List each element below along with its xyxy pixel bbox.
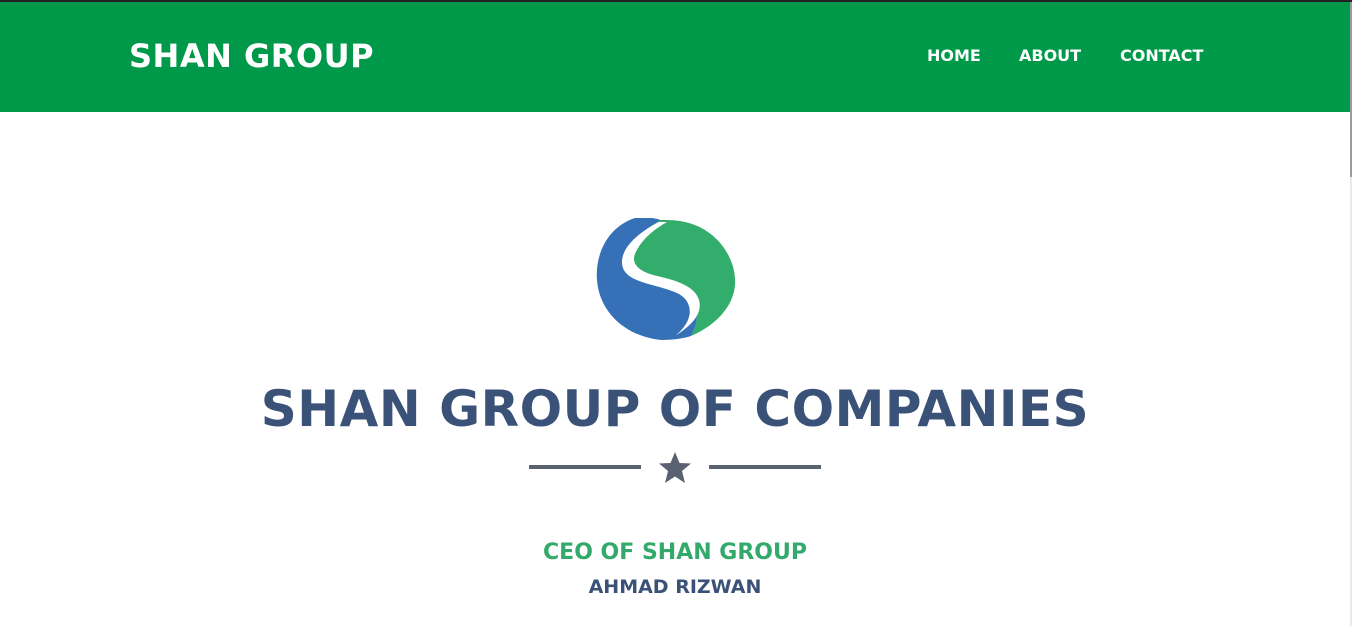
- page-title: SHAN GROUP OF COMPANIES: [260, 380, 1090, 438]
- shan-s-logo-icon: [596, 218, 736, 340]
- ceo-subtitle: CEO OF SHAN GROUP: [543, 540, 807, 565]
- navbar: SHAN GROUP HOME ABOUT CONTACT: [0, 2, 1350, 112]
- ceo-name: AHMAD RIZWAN: [588, 576, 762, 598]
- divider-line-left: [529, 465, 641, 469]
- nav-about-link[interactable]: ABOUT: [1019, 46, 1081, 65]
- divider-line-right: [709, 465, 821, 469]
- brand-link[interactable]: SHAN GROUP: [129, 37, 374, 75]
- nav-home-link[interactable]: HOME: [927, 46, 981, 65]
- nav-contact-link[interactable]: CONTACT: [1120, 46, 1203, 65]
- star-icon: [659, 452, 691, 483]
